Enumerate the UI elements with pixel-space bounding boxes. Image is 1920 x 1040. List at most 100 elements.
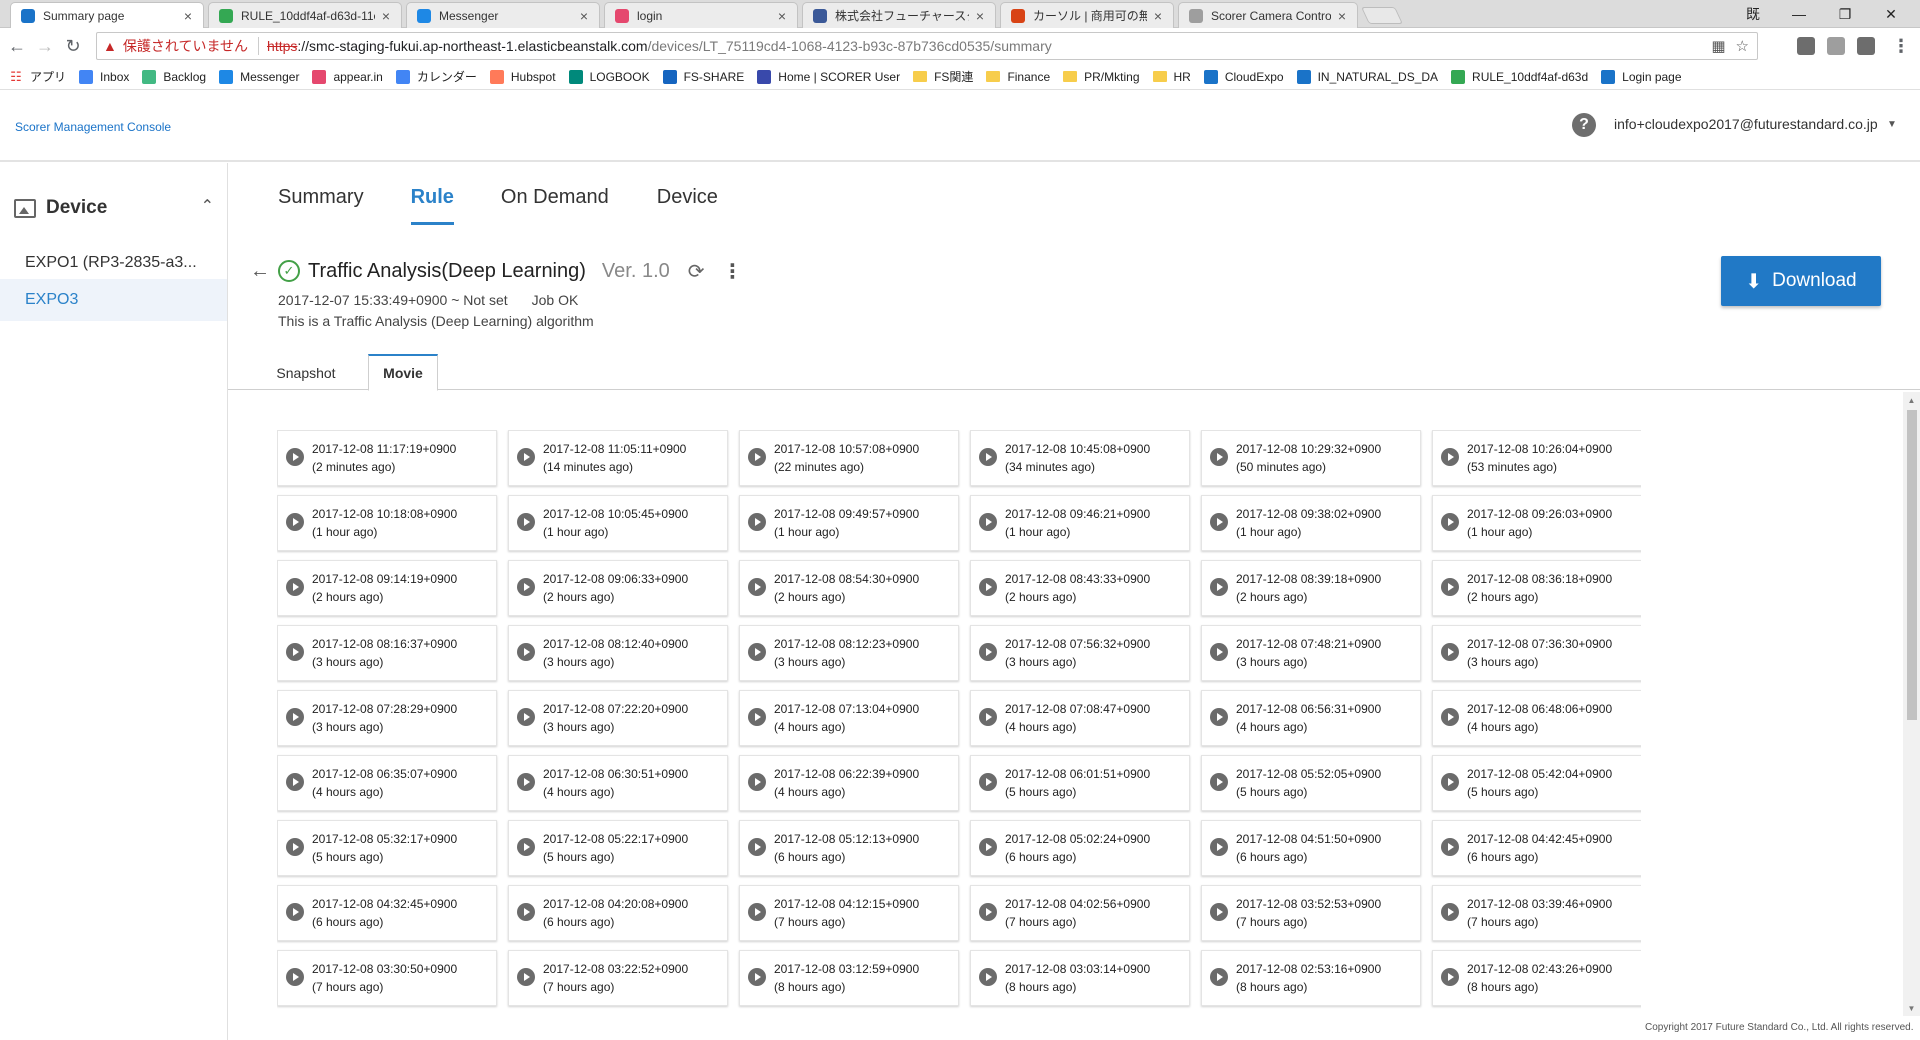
play-icon[interactable]	[1441, 773, 1459, 791]
refresh-icon[interactable]: ⟳	[688, 259, 705, 284]
close-window-button[interactable]: ✕	[1868, 0, 1914, 28]
movie-card[interactable]: 2017-12-08 06:48:06+0900 (4 hours ago)	[1432, 690, 1641, 746]
close-tab-icon[interactable]: ×	[1151, 8, 1165, 24]
movie-card[interactable]: 2017-12-08 08:43:33+0900 (2 hours ago)	[970, 560, 1190, 616]
tab-snapshot[interactable]: Snapshot	[270, 354, 342, 391]
play-icon[interactable]	[979, 448, 997, 466]
movie-card[interactable]: 2017-12-08 06:35:07+0900 (4 hours ago)	[277, 755, 497, 811]
movie-card[interactable]: 2017-12-08 09:26:03+0900 (1 hour ago)	[1432, 495, 1641, 551]
browser-tab[interactable]: Scorer Camera Control ×	[1178, 2, 1358, 28]
bookmark-item[interactable]: HR	[1152, 70, 1191, 84]
play-icon[interactable]	[517, 903, 535, 921]
play-icon[interactable]	[286, 903, 304, 921]
play-icon[interactable]	[979, 903, 997, 921]
tab-device[interactable]: Device	[657, 163, 718, 231]
play-icon[interactable]	[517, 448, 535, 466]
bookmark-item[interactable]: Inbox	[79, 69, 129, 84]
browser-tab[interactable]: login ×	[604, 2, 798, 28]
movie-card[interactable]: 2017-12-08 02:53:16+0900 (8 hours ago)	[1201, 950, 1421, 1006]
movie-card[interactable]: 2017-12-08 05:12:13+0900 (6 hours ago)	[739, 820, 959, 876]
movie-card[interactable]: 2017-12-08 08:12:23+0900 (3 hours ago)	[739, 625, 959, 681]
movie-card[interactable]: 2017-12-08 10:57:08+0900 (22 minutes ago)	[739, 430, 959, 486]
brand-link[interactable]: Scorer Management Console	[15, 120, 171, 134]
play-icon[interactable]	[1210, 448, 1228, 466]
extension-icon[interactable]	[1857, 37, 1875, 55]
play-icon[interactable]	[1441, 838, 1459, 856]
close-tab-icon[interactable]: ×	[379, 8, 393, 24]
play-icon[interactable]	[748, 838, 766, 856]
bookmark-item[interactable]: Backlog	[142, 69, 206, 84]
movie-card[interactable]: 2017-12-08 07:36:30+0900 (3 hours ago)	[1432, 625, 1641, 681]
new-tab-button[interactable]	[1361, 7, 1403, 24]
movie-card[interactable]: 2017-12-08 10:29:32+0900 (50 minutes ago)	[1201, 430, 1421, 486]
movie-card[interactable]: 2017-12-08 10:26:04+0900 (53 minutes ago)	[1432, 430, 1641, 486]
chevron-down-icon[interactable]: ▼	[1887, 119, 1897, 130]
movie-card[interactable]: 2017-12-08 08:39:18+0900 (2 hours ago)	[1201, 560, 1421, 616]
bookmark-item[interactable]: Finance	[986, 70, 1050, 84]
play-icon[interactable]	[979, 708, 997, 726]
play-icon[interactable]	[1441, 903, 1459, 921]
movie-card[interactable]: 2017-12-08 04:51:50+0900 (6 hours ago)	[1201, 820, 1421, 876]
sidebar-device-header[interactable]: Device ⌃	[14, 197, 214, 219]
movie-card[interactable]: 2017-12-08 07:13:04+0900 (4 hours ago)	[739, 690, 959, 746]
movie-card[interactable]: 2017-12-08 03:03:14+0900 (8 hours ago)	[970, 950, 1190, 1006]
movie-card[interactable]: 2017-12-08 06:56:31+0900 (4 hours ago)	[1201, 690, 1421, 746]
bookmark-item[interactable]: FS-SHARE	[662, 69, 744, 84]
play-icon[interactable]	[286, 513, 304, 531]
movie-card[interactable]: 2017-12-08 02:43:26+0900 (8 hours ago)	[1432, 950, 1641, 1006]
play-icon[interactable]	[286, 968, 304, 986]
movie-card[interactable]: 2017-12-08 05:32:17+0900 (5 hours ago)	[277, 820, 497, 876]
bookmark-star-icon[interactable]: ☆	[1736, 37, 1749, 55]
address-bar[interactable]: ▲ 保護されていません https://smc-staging-fukui.ap…	[96, 32, 1758, 60]
user-menu[interactable]: info+cloudexpo2017@futurestandard.co.jp	[1614, 116, 1878, 132]
scrollbar[interactable]: ▲ ▼	[1903, 392, 1920, 1016]
play-icon[interactable]	[979, 643, 997, 661]
movie-card[interactable]: 2017-12-08 09:06:33+0900 (2 hours ago)	[508, 560, 728, 616]
movie-card[interactable]: 2017-12-08 04:20:08+0900 (6 hours ago)	[508, 885, 728, 941]
play-icon[interactable]	[1210, 838, 1228, 856]
movie-card[interactable]: 2017-12-08 04:42:45+0900 (6 hours ago)	[1432, 820, 1641, 876]
play-icon[interactable]	[517, 968, 535, 986]
close-tab-icon[interactable]: ×	[775, 8, 789, 24]
play-icon[interactable]	[1210, 708, 1228, 726]
play-icon[interactable]	[286, 643, 304, 661]
play-icon[interactable]	[979, 838, 997, 856]
browser-tab[interactable]: Summary page ×	[10, 2, 204, 29]
play-icon[interactable]	[1210, 513, 1228, 531]
bookmark-item[interactable]: カレンダー	[395, 68, 477, 85]
movie-card[interactable]: 2017-12-08 03:12:59+0900 (8 hours ago)	[739, 950, 959, 1006]
scroll-down-icon[interactable]: ▼	[1903, 1000, 1920, 1016]
maximize-button[interactable]: ❐	[1822, 0, 1868, 28]
play-icon[interactable]	[286, 838, 304, 856]
profile-icon[interactable]: 既	[1730, 0, 1776, 28]
bookmark-item[interactable]: appear.in	[312, 69, 383, 84]
tab-summary[interactable]: Summary	[278, 163, 364, 231]
play-icon[interactable]	[1441, 513, 1459, 531]
play-icon[interactable]	[517, 643, 535, 661]
close-tab-icon[interactable]: ×	[181, 8, 195, 24]
chrome-menu-icon[interactable]: ⋮	[1888, 33, 1914, 59]
play-icon[interactable]	[748, 903, 766, 921]
play-icon[interactable]	[1210, 643, 1228, 661]
play-icon[interactable]	[517, 838, 535, 856]
play-icon[interactable]	[286, 448, 304, 466]
extension-icon[interactable]	[1827, 37, 1845, 55]
play-icon[interactable]	[1210, 903, 1228, 921]
play-icon[interactable]	[979, 513, 997, 531]
movie-card[interactable]: 2017-12-08 08:12:40+0900 (3 hours ago)	[508, 625, 728, 681]
sidebar-item-expo1[interactable]: EXPO1 (RP3-2835-a3...	[0, 242, 227, 284]
play-icon[interactable]	[748, 968, 766, 986]
chevron-up-icon[interactable]: ⌃	[201, 196, 214, 216]
play-icon[interactable]	[1441, 968, 1459, 986]
sidebar-item-expo3[interactable]: EXPO3	[0, 279, 227, 321]
play-icon[interactable]	[517, 513, 535, 531]
movie-card[interactable]: 2017-12-08 05:22:17+0900 (5 hours ago)	[508, 820, 728, 876]
movie-card[interactable]: 2017-12-08 10:45:08+0900 (34 minutes ago)	[970, 430, 1190, 486]
play-icon[interactable]	[1210, 968, 1228, 986]
bookmark-item[interactable]: PR/Mkting	[1063, 70, 1140, 84]
play-icon[interactable]	[979, 968, 997, 986]
movie-card[interactable]: 2017-12-08 09:46:21+0900 (1 hour ago)	[970, 495, 1190, 551]
bookmark-item[interactable]: FS関連	[913, 68, 973, 85]
movie-card[interactable]: 2017-12-08 09:49:57+0900 (1 hour ago)	[739, 495, 959, 551]
play-icon[interactable]	[1441, 643, 1459, 661]
